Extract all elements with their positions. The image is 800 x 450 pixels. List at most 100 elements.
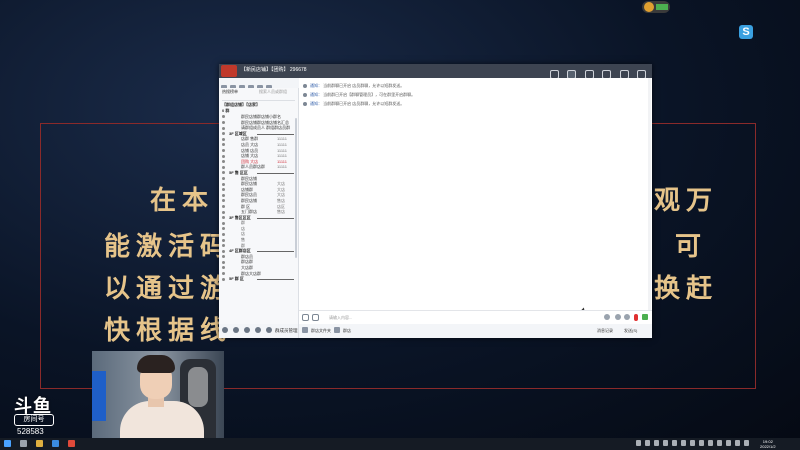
chat-icon[interactable] (244, 327, 250, 333)
chat-scrollbar[interactable] (648, 78, 651, 310)
window-title: 【新民店铺】【团购】 296678 (241, 67, 307, 73)
more-icon[interactable] (624, 314, 630, 320)
mail-icon[interactable] (255, 327, 261, 333)
member-status-icon (222, 115, 225, 119)
sidebar-search-hint[interactable]: 搜索人员或群组 (259, 88, 287, 96)
member-sidebar: 热搜榜单 搜索人员或群组 【群组店铺】【店家】 0 群 群民店铺群店铺小群名 群民… (219, 88, 299, 324)
member-status-icon (222, 204, 225, 208)
taskbar-clock[interactable]: 19:02 2022/1/2 (760, 439, 776, 449)
browser-icon[interactable] (52, 440, 59, 447)
member-status-icon (222, 171, 225, 175)
webcam-blue-object (92, 371, 106, 421)
slide-line-4: 快根据线 (104, 316, 233, 346)
members-icon[interactable] (266, 327, 272, 333)
tray-icon[interactable] (681, 440, 686, 446)
info-icon (303, 83, 307, 88)
album-label[interactable]: 群店 (343, 328, 351, 334)
tray-icon[interactable] (654, 440, 659, 446)
send-icon[interactable] (642, 314, 648, 320)
tray-icon[interactable] (672, 440, 677, 446)
member-status-icon (222, 272, 225, 276)
settings-icon[interactable] (233, 327, 239, 333)
image-icon[interactable] (615, 314, 621, 320)
folder-label[interactable]: 群店文件夹 (311, 328, 331, 334)
message-input-bar: 请输入内容... (299, 310, 652, 324)
member-status-icon (222, 221, 225, 225)
member-status-icon (222, 255, 225, 259)
s-app-icon[interactable]: S (739, 25, 753, 39)
member-status-icon (222, 149, 225, 152)
webcam-overlay (92, 351, 224, 439)
member-status-icon (222, 227, 225, 231)
window-titlebar[interactable]: 【新民店铺】【团购】 296678 (219, 64, 652, 97)
emoji-icon[interactable] (312, 314, 319, 321)
member-status-icon (222, 260, 225, 264)
chat-bottom-bar: 群店文件夹 群店 消息记录 发送(S) (299, 324, 652, 338)
member-status-icon (222, 121, 225, 125)
sidebar-scrollbar[interactable] (295, 118, 297, 258)
member-status-icon (222, 176, 225, 180)
sidebar-bottom-label[interactable]: 群成员管理 (275, 328, 298, 334)
member-status-icon (222, 232, 225, 236)
app-icon[interactable] (68, 440, 75, 447)
member-status-icon (222, 126, 225, 130)
system-message: 通知： 当前群聊已开启 店员群聊，允许以短群发送。 (303, 101, 404, 107)
info-icon (303, 101, 307, 106)
member-status-icon (222, 277, 225, 281)
sidebar-bottom-bar: 群成员管理 (219, 324, 299, 338)
tray-icon[interactable] (708, 440, 713, 446)
member-status-icon (222, 137, 225, 141)
tray-icon[interactable] (636, 440, 641, 446)
slide-right-1: 观万 (654, 186, 719, 216)
tray-icon[interactable] (735, 440, 740, 446)
chair-highlight (188, 367, 208, 407)
album-icon[interactable] (334, 327, 340, 333)
member-name: 5F 群 区 (229, 276, 244, 282)
slide-line-2: 能激活码 (104, 232, 233, 262)
member-status-icon (222, 132, 225, 136)
tray-icon[interactable] (744, 440, 749, 446)
member-status-icon (222, 143, 225, 147)
member-status-icon (222, 182, 225, 186)
sidebar-header: 热搜榜单 搜索人员或群组 (222, 88, 287, 96)
sidebar-toolbar (219, 78, 299, 91)
smile-icon[interactable] (604, 314, 610, 320)
chat-area: 通知： 当前群聊已开启 店员群聊，允许以短群发送。 通知： 当前群已开启【群聊管… (299, 78, 652, 313)
streamer-hair (137, 355, 175, 373)
message-input[interactable]: 请输入内容... (329, 315, 352, 321)
member-status-icon (222, 210, 225, 214)
slide-right-2: 可 (675, 232, 708, 262)
file-icon[interactable] (302, 327, 308, 333)
tray-icon[interactable] (645, 440, 650, 446)
user-icon[interactable] (222, 327, 228, 333)
tray-icon[interactable] (726, 440, 731, 446)
search-icon[interactable] (20, 440, 27, 447)
member-status-icon (222, 188, 225, 192)
send-button[interactable]: 发送(S) (624, 328, 637, 334)
member-status-icon (222, 216, 225, 220)
voice-icon[interactable] (302, 314, 309, 321)
tray-icon[interactable] (717, 440, 722, 446)
member-section-header[interactable]: 5F 群 区 (219, 276, 298, 282)
history-button[interactable]: 消息记录 (597, 328, 613, 334)
room-number: 528583 (17, 427, 44, 436)
tray-icon[interactable] (690, 440, 695, 446)
microphone-icon[interactable] (634, 314, 638, 321)
member-status-icon (222, 266, 225, 270)
sidebar-search-input[interactable] (222, 96, 295, 101)
start-icon[interactable] (4, 440, 11, 447)
member-status-icon (222, 238, 225, 242)
info-icon (303, 92, 307, 97)
member-list: 群民店铺群店铺小群名 群民店铺群店铺店铺名汇总 请群组成员人 群组群店员群 3F 区域… (219, 114, 298, 282)
group-avatar-icon (221, 65, 237, 77)
member-status-icon (222, 165, 225, 169)
qq-group-window: 【新民店铺】【团购】 296678 热搜榜单 搜索人员或群组 【群组店铺】【店家… (219, 64, 652, 338)
tray-icon[interactable] (663, 440, 668, 446)
tray-icon[interactable] (699, 440, 704, 446)
slide-right-3: 换赶 (654, 274, 719, 304)
member-status-icon (222, 244, 225, 248)
floating-app-widget[interactable] (642, 1, 670, 13)
folder-icon[interactable] (36, 440, 43, 447)
member-status-icon (222, 193, 225, 197)
room-label: 房间号 (14, 414, 54, 426)
